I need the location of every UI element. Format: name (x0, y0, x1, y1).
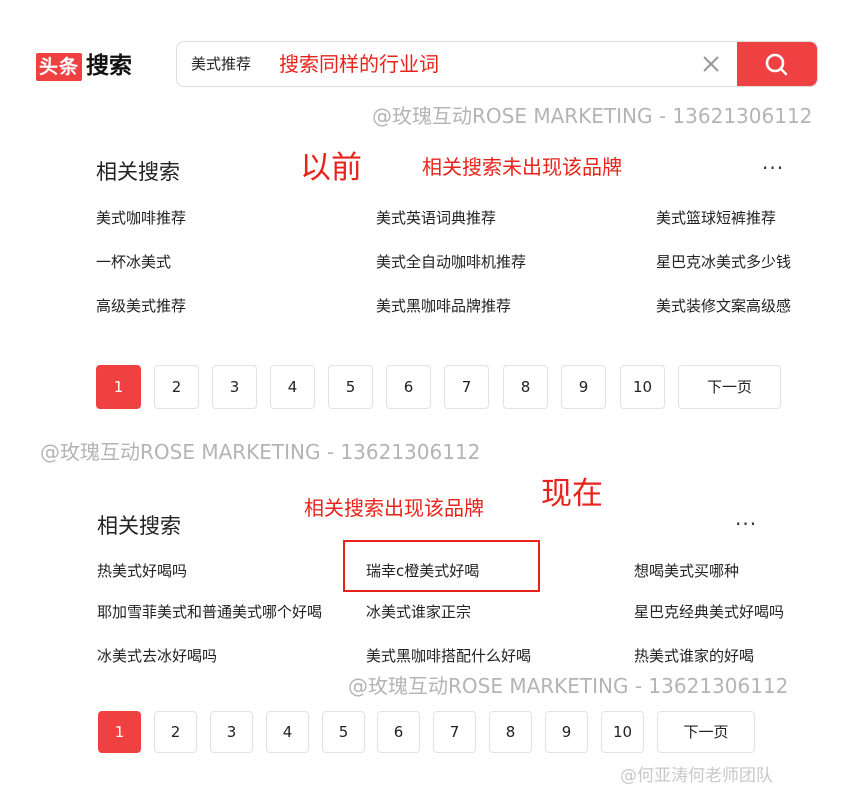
page-button-7[interactable]: 7 (433, 711, 476, 753)
logo-text: 搜索 (86, 53, 132, 79)
page-button-10[interactable]: 10 (601, 711, 644, 753)
related-link[interactable]: 美式篮球短裤推荐 (656, 207, 776, 228)
annotation-before-tag: 以前 (300, 150, 362, 186)
page-button-2[interactable]: 2 (154, 365, 199, 409)
annotation-after-tag: 现在 (541, 476, 603, 512)
page-button-10[interactable]: 10 (620, 365, 665, 409)
section-title-after: 相关搜索 (97, 514, 181, 538)
page-button-7[interactable]: 7 (444, 365, 489, 409)
search-icon (765, 53, 788, 76)
page-button-1[interactable]: 1 (98, 711, 141, 753)
related-link[interactable]: 耶加雪菲美式和普通美式哪个好喝 (97, 601, 322, 622)
next-page-button[interactable]: 下一页 (678, 365, 781, 409)
search-button[interactable] (737, 42, 817, 86)
related-link[interactable]: 美式装修文案高级感 (656, 295, 791, 316)
annotation-before-note: 相关搜索未出现该品牌 (422, 155, 622, 179)
page-button-9[interactable]: 9 (561, 365, 606, 409)
footer-watermark: @何亚涛何老师团队 (620, 766, 773, 786)
page-button-3[interactable]: 3 (210, 711, 253, 753)
page-button-9[interactable]: 9 (545, 711, 588, 753)
more-button[interactable]: ··· (762, 156, 784, 180)
watermark: @玫瑰互动ROSE MARKETING - 13621306112 (372, 104, 813, 128)
next-page-button[interactable]: 下一页 (657, 711, 755, 753)
page-button-4[interactable]: 4 (266, 711, 309, 753)
related-link[interactable]: 热美式谁家的好喝 (634, 645, 754, 666)
related-link[interactable]: 热美式好喝吗 (97, 560, 187, 581)
related-link[interactable]: 美式全自动咖啡机推荐 (376, 251, 526, 272)
related-link[interactable]: 美式英语词典推荐 (376, 207, 496, 228)
page-button-6[interactable]: 6 (386, 365, 431, 409)
related-link[interactable]: 星巴克冰美式多少钱 (656, 251, 791, 272)
search-bar: 美式推荐 搜索同样的行业词 (176, 41, 818, 87)
page-button-4[interactable]: 4 (270, 365, 315, 409)
more-button[interactable]: ··· (735, 512, 757, 536)
page-button-1[interactable]: 1 (96, 365, 141, 409)
search-input[interactable]: 美式推荐 (191, 42, 251, 86)
clear-button[interactable] (693, 42, 729, 86)
related-link[interactable]: 美式咖啡推荐 (96, 207, 186, 228)
logo-badge: 头条 (36, 53, 82, 81)
page-button-8[interactable]: 8 (503, 365, 548, 409)
related-link[interactable]: 美式黑咖啡品牌推荐 (376, 295, 511, 316)
related-link-brand[interactable]: 瑞幸c橙美式好喝 (366, 560, 479, 581)
related-link[interactable]: 高级美式推荐 (96, 295, 186, 316)
related-link[interactable]: 冰美式谁家正宗 (366, 601, 471, 622)
related-link[interactable]: 一杯冰美式 (96, 251, 171, 272)
page-button-3[interactable]: 3 (212, 365, 257, 409)
annotation-after-note: 相关搜索出现该品牌 (304, 496, 484, 520)
related-link[interactable]: 冰美式去冰好喝吗 (97, 645, 217, 666)
related-link[interactable]: 星巴克经典美式好喝吗 (634, 601, 784, 622)
page-button-8[interactable]: 8 (489, 711, 532, 753)
page-button-6[interactable]: 6 (377, 711, 420, 753)
page-button-5[interactable]: 5 (328, 365, 373, 409)
section-title-before: 相关搜索 (96, 160, 180, 184)
watermark: @玫瑰互动ROSE MARKETING - 13621306112 (348, 674, 789, 698)
close-icon (703, 56, 719, 72)
related-link[interactable]: 美式黑咖啡搭配什么好喝 (366, 645, 531, 666)
watermark: @玫瑰互动ROSE MARKETING - 13621306112 (40, 440, 481, 464)
page-button-2[interactable]: 2 (154, 711, 197, 753)
annotation-search-note: 搜索同样的行业词 (279, 52, 439, 76)
page-button-5[interactable]: 5 (322, 711, 365, 753)
related-link[interactable]: 想喝美式买哪种 (634, 560, 739, 581)
